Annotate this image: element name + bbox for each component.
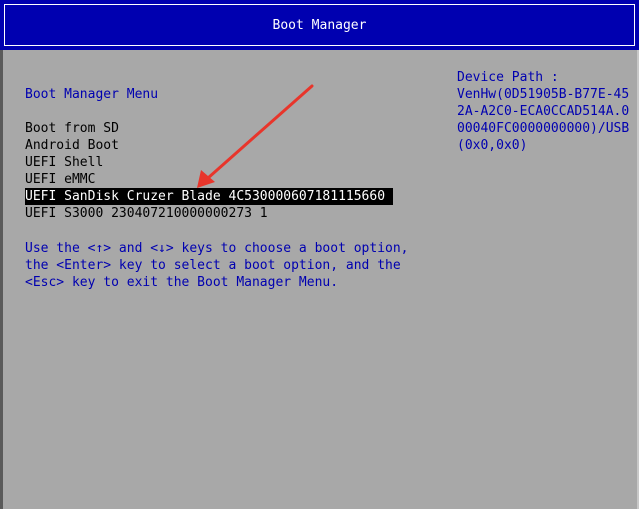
menu-heading: Boot Manager Menu [25, 87, 159, 102]
boot-option-android[interactable]: Android Boot [25, 137, 393, 154]
boot-option-uefi-s3000[interactable]: UEFI S3000 230407210000000273 1 [25, 205, 393, 222]
frame-left-edge [0, 50, 3, 509]
boot-option-sandisk-selected[interactable]: UEFI SanDisk Cruzer Blade 4C530000607181… [25, 188, 393, 205]
page-title: Boot Manager [272, 17, 367, 33]
device-path-panel: Device Path : VenHw(0D51905B-B77E-45 2A-… [457, 69, 629, 154]
title-frame: Boot Manager [4, 4, 635, 46]
help-line: the <Enter> key to select a boot option,… [25, 258, 401, 273]
device-path-line: (0x0,0x0) [457, 138, 528, 153]
boot-option-uefi-emmc[interactable]: UEFI eMMC [25, 171, 393, 188]
title-bar: Boot Manager [0, 0, 639, 50]
device-path-line: 00040FC0000000000)/USB [457, 121, 630, 136]
help-line: <Esc> key to exit the Boot Manager Menu. [25, 275, 339, 290]
device-path-line: 2A-A2C0-ECA0CCAD514A.0 [457, 104, 630, 119]
device-path-line: VenHw(0D51905B-B77E-45 [457, 87, 630, 102]
boot-option-list: Boot from SD Android Boot UEFI Shell UEF… [25, 120, 393, 222]
help-text: Use the <↑> and <↓> keys to choose a boo… [25, 240, 409, 291]
boot-option-uefi-shell[interactable]: UEFI Shell [25, 154, 393, 171]
boot-option-sd[interactable]: Boot from SD [25, 120, 393, 137]
help-line: Use the <↑> and <↓> keys to choose a boo… [25, 241, 409, 256]
device-path-label: Device Path : [457, 70, 559, 85]
